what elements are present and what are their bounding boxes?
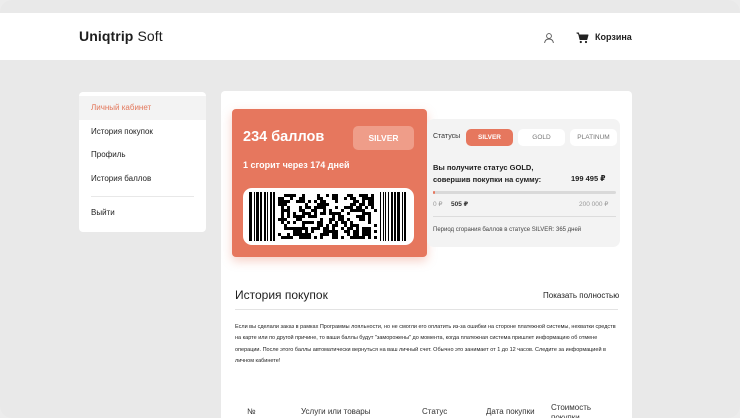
logo[interactable]: Uniqtrip Soft [79, 28, 163, 44]
status-panel: Статусы SILVER GOLD PLATINUM Вы получите… [427, 119, 620, 247]
points-expiry: 1 сгорит через 174 дней [243, 160, 350, 170]
expiry-period: Период сгорания баллов в статусе SILVER:… [433, 227, 582, 233]
status-badge: SILVER [353, 126, 414, 150]
next-status-text: Вы получите статус GOLD, совершив покупк… [433, 163, 542, 184]
tab-silver[interactable]: SILVER [466, 129, 513, 146]
app-frame: Uniqtrip Soft Корзина Личный кабинет Ист… [0, 0, 740, 418]
history-title: История покупок [235, 288, 328, 302]
sidebar-item-profile[interactable]: Профиль [79, 143, 206, 167]
status-divider [433, 216, 616, 217]
progress-current: 505 ₽ [451, 201, 469, 208]
status-progress-fill [433, 191, 435, 194]
status-label: Статусы [433, 133, 461, 140]
cart-label: Корзина [595, 32, 632, 42]
column-number: № [247, 407, 256, 416]
column-services: Услуги или товары [301, 407, 371, 416]
points-balance: 234 баллов [243, 129, 325, 145]
cart-button[interactable]: Корзина [576, 31, 632, 44]
column-status: Статус [422, 407, 448, 416]
sidebar-item-exit[interactable]: Выйти [79, 201, 206, 225]
history-description: Если вы сделали заказ в рамках Программы… [235, 324, 616, 364]
next-status-amount: 199 495 ₽ [571, 174, 606, 183]
sidebar-item-points[interactable]: История баллов [79, 167, 206, 191]
column-date: Дата покупки [486, 407, 535, 416]
sidebar-item-purchases[interactable]: История покупок [79, 120, 206, 144]
tab-gold[interactable]: GOLD [518, 129, 565, 146]
top-header: Uniqtrip Soft Корзина [0, 13, 740, 60]
column-cost: Стоимость покупки [551, 403, 592, 418]
sidebar-menu: Личный кабинет История покупок Профиль И… [79, 92, 206, 232]
history-divider [235, 309, 618, 310]
sidebar-item-cabinet[interactable]: Личный кабинет [79, 96, 206, 120]
barcode-area [243, 188, 414, 245]
sidebar-divider [91, 196, 194, 197]
status-progress [433, 191, 616, 194]
user-icon[interactable] [543, 31, 555, 44]
tab-platinum[interactable]: PLATINUM [570, 129, 617, 146]
progress-min: 0 ₽ [433, 201, 443, 208]
progress-max: 200 000 ₽ [579, 201, 609, 208]
show-all-link[interactable]: Показать полностью [543, 291, 619, 300]
barcode-image [249, 192, 406, 241]
loyalty-card: 234 баллов SILVER 1 сгорит через 174 дне… [232, 109, 427, 257]
cart-icon [576, 31, 589, 44]
main-panel: 234 баллов SILVER 1 сгорит через 174 дне… [221, 91, 632, 418]
